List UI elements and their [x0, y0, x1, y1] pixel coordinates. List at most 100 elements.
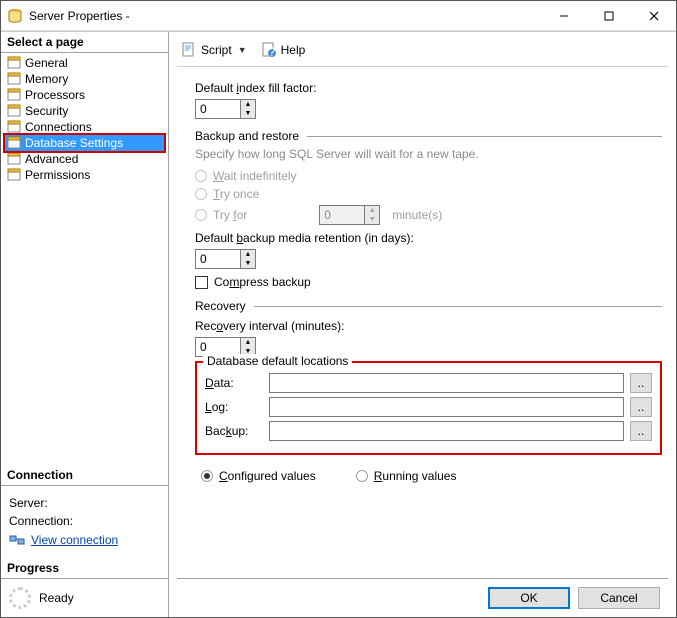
view-connection-link[interactable]: View connection: [9, 532, 160, 548]
page-label: General: [25, 56, 68, 70]
dialog-window: Server Properties - Select a page Genera…: [0, 0, 677, 618]
try-for-radio: Try for ▲▼ minute(s): [195, 205, 662, 225]
content: Select a page General Memory Processors …: [1, 31, 676, 617]
retention-input[interactable]: [196, 250, 240, 268]
locations-title: Database default locations: [203, 354, 352, 368]
minutes-label: minute(s): [392, 208, 442, 222]
page-item-database-settings[interactable]: Database Settings: [5, 135, 164, 151]
compress-label: Compress backup: [214, 275, 311, 289]
page-label: Processors: [25, 88, 85, 102]
spin-down-icon: ▼: [365, 215, 379, 224]
wait-indefinitely-radio: Wait indefinitely: [195, 169, 662, 183]
connection-body: Server: Connection: View connection: [1, 486, 168, 558]
page-label: Database Settings: [25, 136, 123, 150]
spin-up-icon: ▲: [365, 206, 379, 215]
page-icon: [7, 120, 21, 134]
page-icon: [7, 88, 21, 102]
data-browse-button[interactable]: ..: [630, 373, 652, 393]
log-path-input[interactable]: [269, 397, 624, 417]
configured-label: Configured values: [219, 469, 316, 483]
spin-up-icon[interactable]: ▲: [241, 338, 255, 347]
close-button[interactable]: [631, 1, 676, 30]
help-icon: ?: [261, 42, 277, 58]
page-icon: [7, 152, 21, 166]
page-icon: [7, 72, 21, 86]
fill-factor-label: Default index fill factor:: [195, 81, 662, 95]
page-label: Permissions: [25, 168, 90, 182]
form: Default index fill factor: ▲▼ Backup and…: [177, 67, 668, 578]
progress-status: Ready: [39, 591, 74, 605]
compress-checkbox[interactable]: [195, 276, 208, 289]
page-icon: [7, 136, 21, 150]
svg-text:?: ?: [268, 45, 275, 58]
app-icon: [7, 8, 23, 24]
script-label: Script: [201, 43, 232, 57]
page-item-memory[interactable]: Memory: [5, 71, 164, 87]
connection-icon: [9, 532, 25, 548]
recovery-title: Recovery: [195, 299, 246, 313]
toolbar: Script ▼ ? Help: [177, 38, 668, 67]
right-pane: Script ▼ ? Help Default index fill facto…: [169, 32, 676, 617]
page-icon: [7, 104, 21, 118]
try-once-radio: Try once: [195, 187, 662, 201]
script-button[interactable]: Script ▼: [177, 40, 251, 60]
maximize-button[interactable]: [586, 1, 631, 30]
backup-path-input[interactable]: [269, 421, 624, 441]
spin-up-icon[interactable]: ▲: [241, 250, 255, 259]
select-page-header: Select a page: [1, 32, 168, 53]
backup-browse-button[interactable]: ..: [630, 421, 652, 441]
page-label: Memory: [25, 72, 68, 86]
try-for-input: [320, 206, 364, 224]
configured-values-radio[interactable]: Configured values: [201, 469, 316, 483]
data-label: Data:: [205, 376, 263, 390]
page-item-processors[interactable]: Processors: [5, 87, 164, 103]
minimize-button[interactable]: [541, 1, 586, 30]
recovery-interval-label: Recovery interval (minutes):: [195, 319, 662, 333]
progress-spinner-icon: [9, 587, 31, 609]
ok-button[interactable]: OK: [488, 587, 570, 609]
spin-down-icon[interactable]: ▼: [241, 109, 255, 118]
page-item-security[interactable]: Security: [5, 103, 164, 119]
page-icon: [7, 56, 21, 70]
page-label: Security: [25, 104, 68, 118]
backup-hint: Specify how long SQL Server will wait fo…: [195, 147, 662, 161]
log-label: Log:: [205, 400, 263, 414]
try-for-spinner: ▲▼: [319, 205, 380, 225]
fill-factor-input[interactable]: [196, 100, 240, 118]
page-item-connections[interactable]: Connections: [5, 119, 164, 135]
cancel-button[interactable]: Cancel: [578, 587, 660, 609]
progress-body: Ready: [1, 579, 168, 617]
titlebar: Server Properties -: [1, 1, 676, 31]
retention-label: Default backup media retention (in days)…: [195, 231, 662, 245]
running-label: Running values: [374, 469, 457, 483]
window-title: Server Properties -: [29, 9, 541, 23]
progress-header: Progress: [1, 558, 168, 579]
backup-label: Backup:: [205, 424, 263, 438]
fill-factor-spinner[interactable]: ▲▼: [195, 99, 256, 119]
chevron-down-icon: ▼: [238, 45, 247, 55]
spin-up-icon[interactable]: ▲: [241, 100, 255, 109]
connection-header: Connection: [1, 465, 168, 486]
data-path-input[interactable]: [269, 373, 624, 393]
backup-restore-title: Backup and restore: [195, 129, 299, 143]
footer: OK Cancel: [177, 578, 668, 617]
compress-checkbox-row[interactable]: Compress backup: [195, 275, 662, 289]
page-item-advanced[interactable]: Advanced: [5, 151, 164, 167]
page-icon: [7, 168, 21, 182]
page-item-permissions[interactable]: Permissions: [5, 167, 164, 183]
page-label: Connections: [25, 120, 92, 134]
help-button[interactable]: ? Help: [257, 40, 310, 60]
server-label: Server:: [9, 496, 160, 510]
script-icon: [181, 42, 197, 58]
left-pane: Select a page General Memory Processors …: [1, 32, 169, 617]
page-label: Advanced: [25, 152, 78, 166]
running-values-radio[interactable]: Running values: [356, 469, 457, 483]
log-browse-button[interactable]: ..: [630, 397, 652, 417]
view-connection-text: View connection: [31, 533, 118, 547]
connection-label: Connection:: [9, 514, 160, 528]
page-item-general[interactable]: General: [5, 55, 164, 71]
spin-down-icon[interactable]: ▼: [241, 259, 255, 268]
help-label: Help: [281, 43, 306, 57]
retention-spinner[interactable]: ▲▼: [195, 249, 256, 269]
default-locations-group: Database default locations Data: .. Log:…: [195, 361, 662, 455]
